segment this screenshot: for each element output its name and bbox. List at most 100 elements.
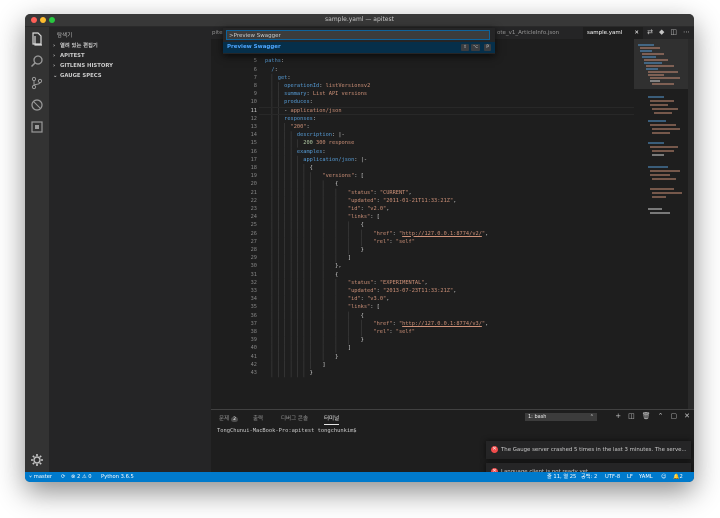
panel-tab-output[interactable]: 출력 xyxy=(253,414,263,422)
line-number: 27 xyxy=(250,238,257,245)
line-text: paths: xyxy=(265,58,285,65)
explorer-sidebar: 탐색기 › 열려 있는 편집기 › APITEST › GITLENS HISTORY… xyxy=(49,27,211,472)
tab-sample-yaml[interactable]: sample.yaml ✕ xyxy=(583,27,643,39)
line-number: 31 xyxy=(250,271,257,278)
gitlens-icon[interactable]: ◆ xyxy=(659,28,664,38)
line-text: "updated": "2013-07-23T11:33:21Z", xyxy=(265,288,457,294)
code-line: 21 "status": "CURRENT", xyxy=(211,189,634,197)
command-palette-result[interactable]: Preview Swagger ⇧ ⌥ P xyxy=(223,42,495,53)
notifications-bell[interactable]: 🔔2 xyxy=(673,472,683,482)
command-palette: >Preview Swagger Preview Swagger ⇧ ⌥ P xyxy=(223,28,495,54)
line-text: "status": "EXPERIMENTAL", xyxy=(265,279,428,286)
sidebar-section-gauge-specs[interactable]: ⌄ GAUGE SPECS xyxy=(53,72,102,81)
code-line: 11 - application/json xyxy=(211,107,634,115)
language-mode[interactable]: YAML xyxy=(639,472,653,482)
line-text: "status": "CURRENT", xyxy=(265,189,412,196)
line-text: get: xyxy=(265,74,291,81)
code-line: 32 "status": "EXPERIMENTAL", xyxy=(211,279,634,287)
line-text: description: |- xyxy=(265,132,345,139)
line-text: { xyxy=(265,181,339,188)
line-number: 13 xyxy=(250,124,257,130)
close-tab-icon[interactable]: ✕ xyxy=(634,27,639,39)
title-bar: sample.yaml — apitest xyxy=(25,14,694,27)
split-editor-icon[interactable]: ◫ xyxy=(670,28,677,38)
line-number: 9 xyxy=(253,91,257,98)
open-changes-icon[interactable]: ⇄ xyxy=(647,28,653,38)
keybinding-shift: ⇧ xyxy=(461,44,469,51)
minimap[interactable] xyxy=(634,39,688,409)
notification-gauge-crash[interactable]: ✕ The Gauge server crashed 5 times in th… xyxy=(486,441,691,459)
vscode-window: sample.yaml — apitest 탐색기 › 열려 있는 편집기 › AP… xyxy=(25,14,694,482)
encoding[interactable]: UTF-8 xyxy=(605,472,620,482)
search-icon[interactable] xyxy=(30,53,44,68)
line-text: { xyxy=(265,271,339,278)
line-text: "versions": [ xyxy=(265,173,364,180)
line-number: 11 xyxy=(250,107,257,114)
maximize-panel-icon[interactable]: ▢ xyxy=(671,412,678,420)
debug-icon[interactable] xyxy=(30,97,44,111)
sync-icon[interactable]: ⟳ xyxy=(61,472,65,482)
line-number: 10 xyxy=(250,99,257,106)
problems-status[interactable]: ⊗ 2 ⚠ 0 xyxy=(71,472,92,482)
sidebar-section-gitlens-history[interactable]: › GITLENS HISTORY xyxy=(53,62,113,71)
line-text: ] xyxy=(265,361,326,368)
line-text: "rel": "self" xyxy=(265,329,415,335)
panel-actions: + ◫ 🗑 ⌃ ▢ ✕ xyxy=(615,412,690,420)
line-number: 8 xyxy=(253,83,257,89)
code-line: 18 { xyxy=(211,164,634,172)
source-control-icon[interactable] xyxy=(30,75,44,90)
code-line: 17 application/json: |- xyxy=(211,156,634,164)
chevron-right-icon: › xyxy=(53,43,56,49)
settings-gear-icon[interactable] xyxy=(30,452,44,466)
terminal-prompt[interactable]: TongChunui-MacBook-Pro:apitest tongchunk… xyxy=(217,428,357,434)
code-line: 23 "id": "v2.0", xyxy=(211,205,634,213)
sidebar-section-open-editors[interactable]: › 열려 있는 편집기 xyxy=(53,42,98,51)
git-branch-item[interactable]: ⑂ master xyxy=(29,472,52,482)
terminal-select[interactable]: 1: bash ⌃ xyxy=(525,413,597,421)
code-line: 29 ] xyxy=(211,254,634,262)
python-interpreter[interactable]: Python 3.6.5 xyxy=(101,472,134,482)
indentation[interactable]: 공백: 2 xyxy=(581,472,597,482)
window-title: sample.yaml — apitest xyxy=(325,16,394,23)
line-text: ] xyxy=(265,345,352,352)
line-number: 43 xyxy=(250,370,257,376)
panel-tab-problems[interactable]: 문제 2 xyxy=(219,414,239,422)
line-number: 24 xyxy=(250,214,257,221)
trash-icon[interactable]: 🗑 xyxy=(642,412,651,420)
code-line: 33 "updated": "2013-07-23T11:33:21Z", xyxy=(211,287,634,295)
line-text: "links": [ xyxy=(265,304,380,311)
line-text: { xyxy=(265,312,364,319)
line-number: 26 xyxy=(250,230,257,237)
split-terminal-icon[interactable]: ◫ xyxy=(628,412,635,420)
sidebar-section-apitest[interactable]: › APITEST xyxy=(53,52,85,61)
more-actions-icon[interactable]: ⋯ xyxy=(683,28,690,38)
line-text: /: xyxy=(265,66,278,73)
tab-article-info[interactable]: ote_v1_ArticleInfo.json xyxy=(497,27,579,39)
line-number: 14 xyxy=(250,132,257,139)
activity-bar xyxy=(25,27,49,472)
error-icon: ✕ xyxy=(491,446,498,453)
code-line: 13 "200": xyxy=(211,123,634,131)
command-palette-input[interactable]: >Preview Swagger xyxy=(226,30,490,40)
chevron-up-icon[interactable]: ⌃ xyxy=(658,412,664,420)
status-bar: ⑂ master ⟳ ⊗ 2 ⚠ 0 Python 3.6.5 줄 11, 열 … xyxy=(25,472,694,482)
feedback-icon[interactable]: ☺ xyxy=(661,472,666,482)
panel-tab-terminal[interactable]: 터미널 xyxy=(324,414,340,425)
code-line: 26 "href": "http://127.0.0.1:8774/v2/", xyxy=(211,230,634,238)
line-number: 37 xyxy=(250,320,257,327)
chevron-right-icon: › xyxy=(53,63,56,69)
line-number: 22 xyxy=(250,197,257,204)
end-of-line[interactable]: LF xyxy=(627,472,633,482)
explorer-icon[interactable] xyxy=(30,31,44,46)
vertical-scrollbar[interactable] xyxy=(688,39,694,409)
line-number: 15 xyxy=(250,140,257,147)
line-text: } xyxy=(265,337,364,344)
extensions-icon[interactable] xyxy=(30,119,44,133)
code-editor[interactable]: 3 title: Simple API overview4 version: v… xyxy=(211,39,634,409)
new-terminal-icon[interactable]: + xyxy=(615,412,621,420)
keybinding-p: P xyxy=(484,44,491,51)
cursor-position[interactable]: 줄 11, 열 25 xyxy=(547,472,576,482)
line-number: 12 xyxy=(250,115,257,122)
close-panel-icon[interactable]: ✕ xyxy=(684,412,690,420)
panel-tab-debug-console[interactable]: 디버그 콘솔 xyxy=(281,414,308,422)
